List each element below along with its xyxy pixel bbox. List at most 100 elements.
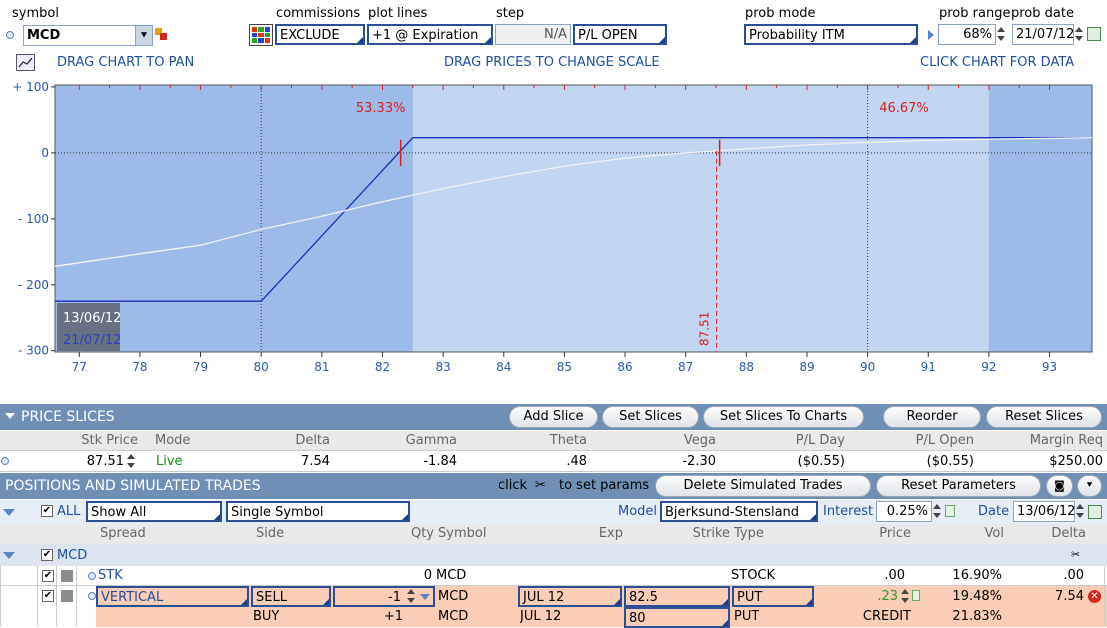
symbol-input[interactable]: MCD	[23, 25, 153, 46]
expiry-date-label: 21/07/12	[63, 333, 121, 348]
spread-select[interactable]: VERTICAL	[96, 586, 249, 607]
reorder-button[interactable]: Reorder	[883, 406, 981, 428]
col-price: Price	[879, 526, 911, 541]
click-chart-link[interactable]: CLICK CHART FOR DATA	[920, 55, 1074, 70]
row-symbol: MCD	[438, 609, 469, 624]
group-wrench-icon[interactable]: ✂	[1071, 548, 1080, 561]
collapse-icon[interactable]	[5, 413, 15, 419]
slice-link-icon[interactable]	[1, 457, 9, 465]
step-mode-select[interactable]: P/L OPEN	[573, 24, 667, 45]
lock-icon[interactable]	[945, 505, 955, 517]
row-exp: JUL 12	[520, 609, 562, 624]
price-spinner-icon[interactable]	[900, 587, 910, 605]
y-tick-label: + 100	[12, 80, 49, 94]
x-tick-label: 87	[678, 360, 693, 374]
remove-icon[interactable]: ✕	[1088, 590, 1101, 603]
side-select[interactable]: SELL	[251, 586, 331, 607]
x-tick-label: 84	[496, 360, 511, 374]
row-checkbox[interactable]: ✔	[42, 590, 54, 602]
camera-icon[interactable]: ◙	[1046, 475, 1073, 497]
date-input[interactable]: 13/06/12	[1013, 501, 1075, 522]
step-input[interactable]: N/A	[495, 24, 571, 45]
slice-gamma: -1.84	[423, 454, 457, 469]
y-tick-label: 0	[41, 146, 49, 160]
row-link-icon[interactable]	[88, 592, 96, 600]
y-tick-label: - 100	[18, 212, 49, 226]
stk-price-spinner-icon[interactable]	[126, 452, 136, 470]
date-label: Date	[978, 504, 1010, 519]
row-spread[interactable]: STK	[98, 568, 123, 583]
symbol-lookup-icon[interactable]	[155, 28, 167, 40]
position-row[interactable]: ✔ VERTICAL SELL -1 MCD JUL 12 82.5 PUT .…	[0, 586, 1107, 607]
symbol-link-icon[interactable]	[6, 31, 14, 39]
row-checkbox[interactable]: ✔	[42, 570, 54, 582]
row-side: BUY	[253, 609, 280, 624]
qty-spinner-icon[interactable]	[406, 587, 416, 605]
row-status-square	[61, 570, 73, 582]
strike-select[interactable]: 82.5	[624, 586, 730, 607]
strike-select[interactable]: 80	[624, 607, 730, 628]
date-spinner-icon[interactable]	[1075, 502, 1085, 520]
set-slices-to-charts-button[interactable]: Set Slices To Charts	[703, 406, 864, 428]
plot-lines-select[interactable]: +1 @ Expiration	[367, 24, 493, 45]
price-lock-icon[interactable]	[912, 590, 920, 601]
x-tick-label: 92	[981, 360, 996, 374]
all-checkbox[interactable]: ✔	[41, 505, 53, 517]
group-checkbox[interactable]: ✔	[41, 549, 53, 561]
col-vega: Vega	[683, 433, 716, 448]
chart-style-icon[interactable]	[16, 54, 35, 71]
col-qty: Qty	[410, 526, 434, 541]
prob-date-input[interactable]: 21/07/12	[1012, 24, 1074, 45]
prob-range-input[interactable]: 68%	[938, 24, 996, 45]
slice-stk-price[interactable]: 87.51	[10, 454, 124, 469]
price-slice-row[interactable]: 87.51 Live 7.54 -1.84 .48 -2.30 ($0.55) …	[0, 451, 1107, 472]
risk-profile-chart[interactable]: + 100 0 - 100 - 200 - 300 77 78 79 80 81 82 83 84 85 8…	[0, 78, 1107, 398]
exp-select[interactable]: JUL 12	[518, 586, 622, 607]
slice-mode: Live	[156, 454, 183, 469]
reset-parameters-button[interactable]: Reset Parameters	[876, 475, 1041, 497]
qty-dropdown-icon[interactable]	[420, 594, 430, 600]
col-pl-open: P/L Open	[915, 433, 974, 448]
x-tick-label: 83	[435, 360, 450, 374]
position-leg-row[interactable]: BUY +1 MCD JUL 12 80 PUT CREDIT 21.83%	[0, 607, 1107, 628]
play-icon[interactable]	[928, 30, 934, 40]
drag-to-pan-link[interactable]: DRAG CHART TO PAN	[57, 55, 194, 70]
model-select[interactable]: Bjerksund-Stensland	[660, 501, 818, 522]
type-select[interactable]: PUT	[732, 586, 814, 607]
delete-simulated-trades-button[interactable]: Delete Simulated Trades	[655, 475, 871, 497]
expand-down-icon[interactable]: ⯆	[1077, 475, 1102, 497]
row-link-icon[interactable]	[88, 572, 96, 580]
collapse-all-icon[interactable]	[3, 509, 15, 516]
show-filter-select[interactable]: Show All	[86, 501, 222, 522]
grid-color-icon[interactable]	[249, 24, 273, 46]
calendar-icon[interactable]	[1087, 27, 1101, 41]
reset-slices-button[interactable]: Reset Slices	[986, 406, 1102, 428]
prob-date-spinner-icon[interactable]	[1074, 25, 1084, 43]
row-vol: 21.83%	[952, 609, 1002, 624]
price-slices-column-header: Stk Price Mode Delta Gamma Theta Vega P/…	[0, 431, 1107, 451]
x-tick-label: 77	[72, 360, 87, 374]
prob-mode-select[interactable]: Probability ITM	[744, 24, 918, 45]
prob-range-label: prob range	[939, 6, 1011, 21]
date-calendar-icon[interactable]	[1088, 505, 1102, 519]
add-slice-button[interactable]: Add Slice	[509, 406, 598, 428]
today-date-label: 13/06/12	[63, 311, 121, 326]
symbol-dropdown-icon[interactable]: ⯆	[135, 26, 152, 45]
commissions-select[interactable]: EXCLUDE	[275, 24, 365, 45]
row-vol: 16.90%	[952, 568, 1002, 583]
group-row[interactable]: ✔ MCD ✂	[0, 544, 1107, 566]
position-row[interactable]: ✔ STK 0 MCD STOCK .00 16.90% .00	[0, 566, 1107, 586]
interest-spinner-icon[interactable]	[932, 502, 942, 520]
col-mode: Mode	[155, 433, 191, 448]
drag-prices-link[interactable]: DRAG PRICES TO CHANGE SCALE	[444, 55, 660, 70]
y-tick-label: - 300	[18, 344, 49, 358]
row-price[interactable]: .23	[816, 589, 898, 604]
symbol-filter-select[interactable]: Single Symbol	[226, 501, 410, 522]
set-slices-button[interactable]: Set Slices	[602, 406, 699, 428]
interest-input[interactable]: 0.25%	[876, 501, 932, 522]
prob-range-spinner-icon[interactable]	[996, 25, 1006, 43]
commissions-label: commissions	[276, 6, 361, 21]
group-collapse-icon[interactable]	[3, 552, 15, 559]
prob-mode-label: prob mode	[745, 6, 816, 21]
row-qty: 0	[423, 568, 432, 583]
